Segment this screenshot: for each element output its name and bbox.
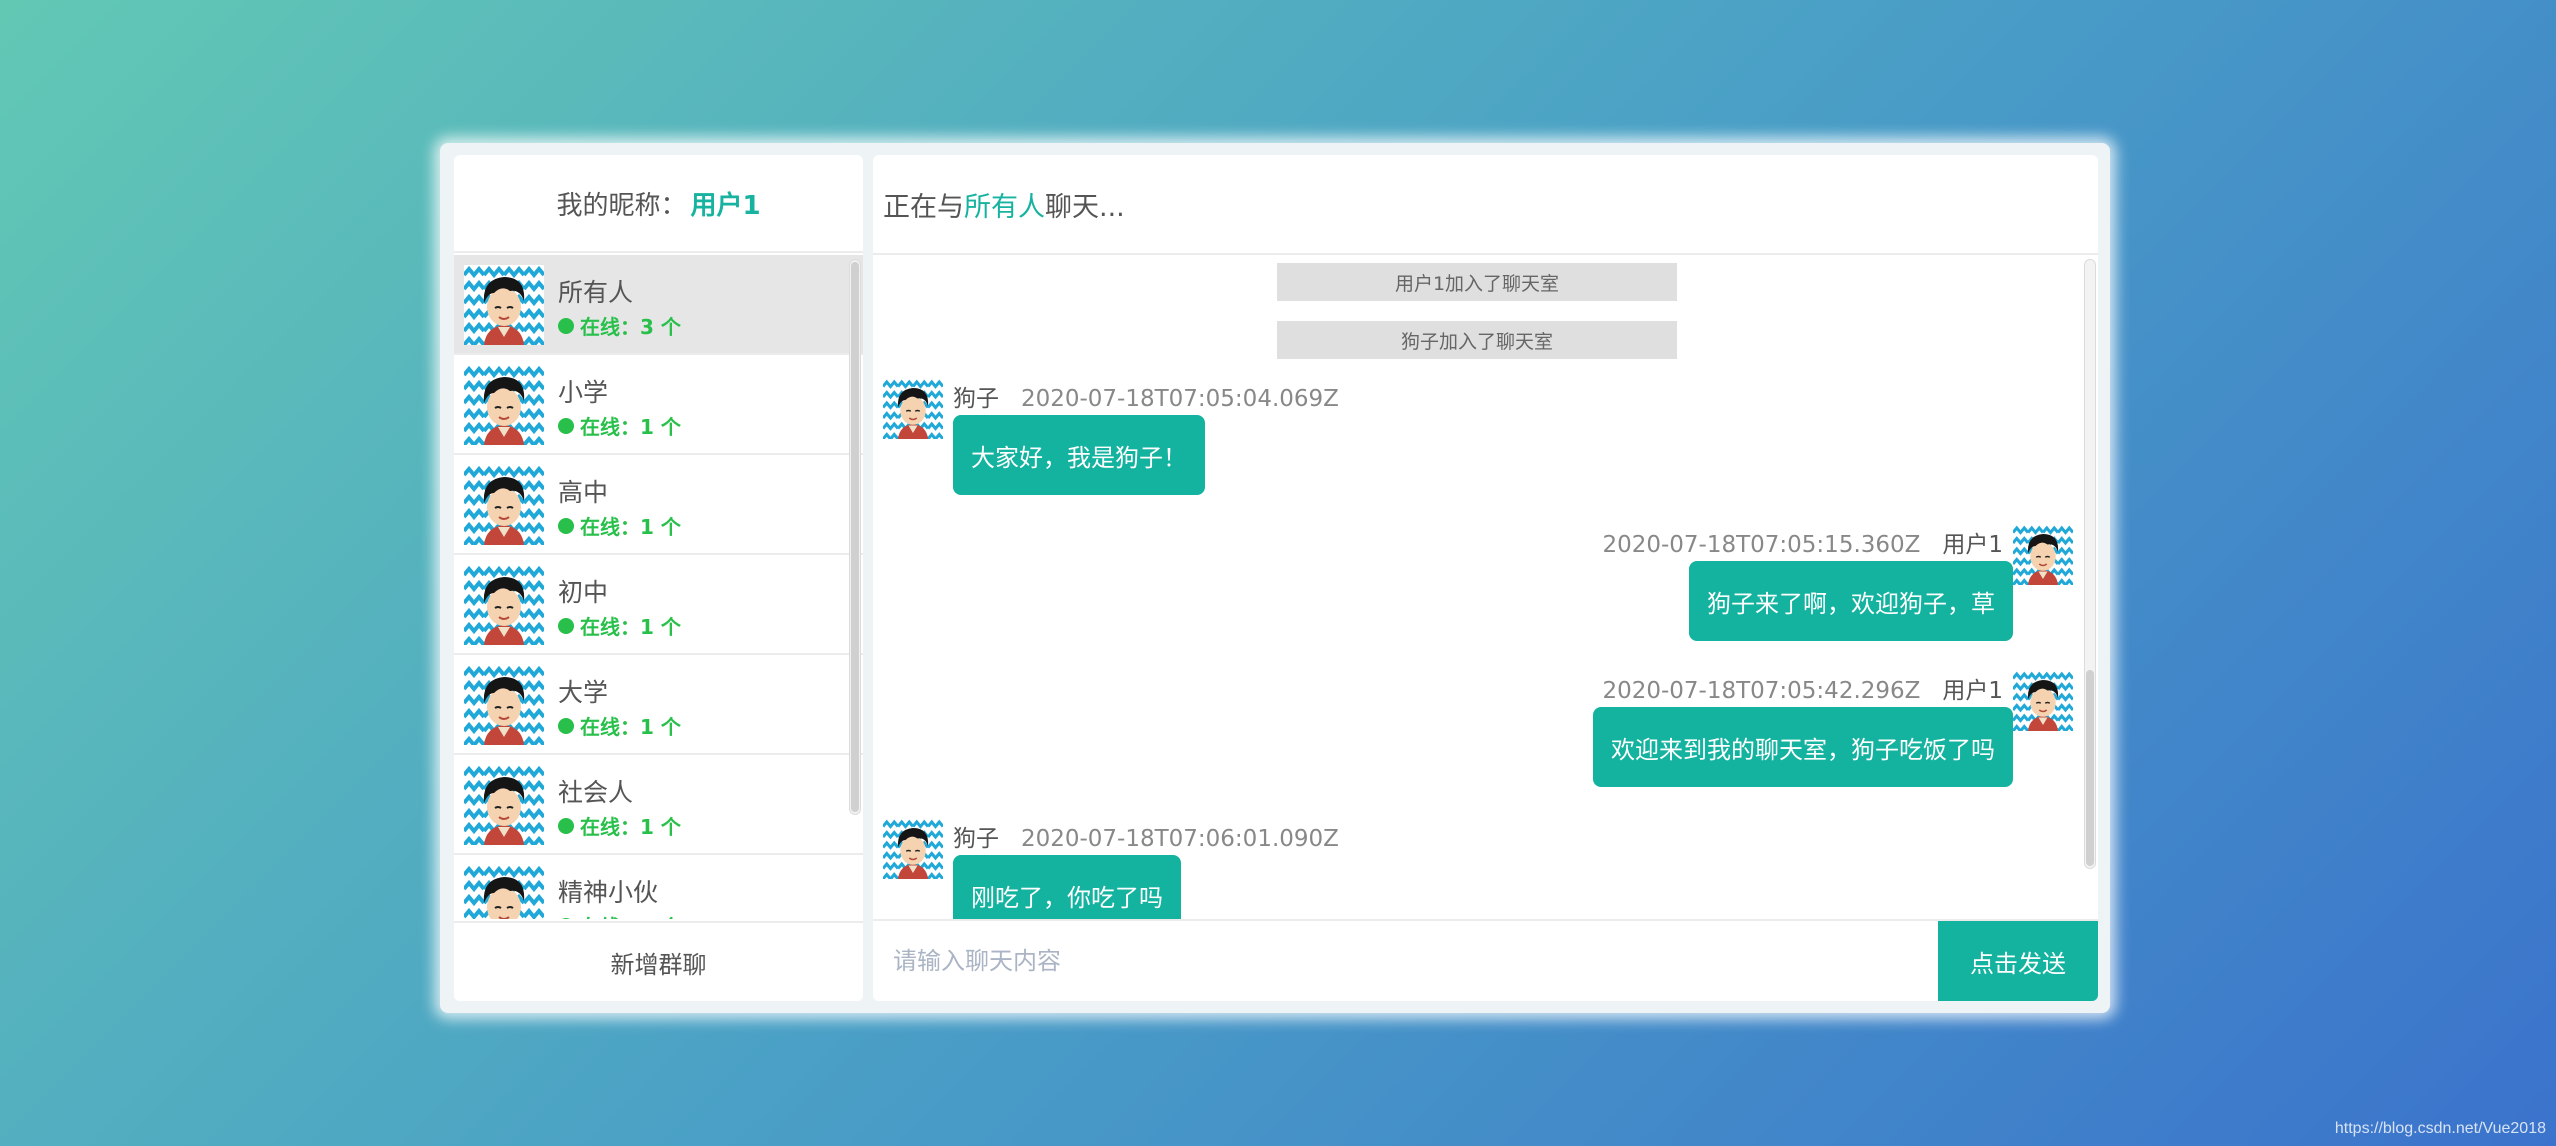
message-time: 2020-07-18T07:05:15.360Z bbox=[1602, 532, 1921, 558]
online-count: 在线：1 个 bbox=[558, 511, 681, 540]
online-count: 在线：1 个 bbox=[558, 611, 681, 640]
new-group-button[interactable]: 新增群聊 bbox=[454, 921, 863, 1001]
group-sidebar: 我的昵称： 用户1 所有人 在线：3 个 小学 在线：1 个 高中 在线：1 个… bbox=[454, 155, 863, 1001]
message-input[interactable] bbox=[873, 921, 1938, 1001]
online-count: 在线：3 个 bbox=[558, 311, 681, 340]
message-meta: 狗子 2020-07-18T07:06:01.090Z bbox=[953, 819, 1339, 853]
online-count-text: 在线：1 个 bbox=[580, 515, 681, 539]
cartoon-boy-avatar-icon bbox=[464, 265, 544, 345]
cartoon-boy-avatar-icon bbox=[883, 379, 943, 439]
group-name: 所有人 bbox=[558, 278, 634, 307]
watermark: https://blog.csdn.net/Vue2018 bbox=[2334, 1120, 2546, 1137]
group-name: 精神小伙 bbox=[558, 878, 659, 907]
message-time: 2020-07-18T07:06:01.090Z bbox=[1020, 826, 1339, 852]
cartoon-boy-avatar-icon bbox=[883, 819, 943, 879]
chat-target: 所有人 bbox=[964, 191, 1045, 223]
group-name: 高中 bbox=[558, 478, 609, 507]
nickname-label: 我的昵称： bbox=[556, 190, 687, 221]
message-bubble: 狗子来了啊，欢迎狗子，草 bbox=[1689, 561, 2013, 641]
message-time: 2020-07-18T07:05:04.069Z bbox=[1020, 386, 1339, 412]
scrollbar-thumb[interactable] bbox=[2086, 670, 2094, 866]
group-name: 社会人 bbox=[558, 778, 634, 807]
online-count-text: 在线：1 个 bbox=[580, 815, 681, 839]
chat-panel: 正在与 所有人 聊天... 用户1加入了聊天室 狗子加入了聊天室 狗子 2020-0… bbox=[873, 155, 2098, 1001]
online-dot-icon bbox=[558, 517, 574, 534]
message-username: 用户1 bbox=[1942, 532, 2003, 558]
online-count: 在线：1 个 bbox=[558, 411, 681, 440]
cartoon-boy-avatar-icon bbox=[464, 565, 544, 645]
send-button[interactable]: 点击发送 bbox=[1938, 921, 2098, 1001]
message-bubble: 大家好，我是狗子！ bbox=[953, 415, 1205, 495]
cartoon-boy-avatar-icon bbox=[464, 665, 544, 745]
online-dot-icon bbox=[558, 417, 574, 434]
chat-header-suffix: 聊天... bbox=[1045, 191, 1125, 223]
group-item-highschool[interactable]: 高中 在线：1 个 bbox=[454, 455, 863, 555]
message-username: 狗子 bbox=[953, 386, 999, 412]
group-item-spirit-guy[interactable]: 精神小伙 在线：1 个 bbox=[454, 855, 863, 919]
cartoon-boy-avatar-icon bbox=[464, 365, 544, 445]
online-count-text: 在线：3 个 bbox=[580, 315, 681, 339]
online-count: 在线：1 个 bbox=[558, 811, 681, 840]
message-username: 狗子 bbox=[953, 826, 999, 852]
cartoon-boy-avatar-icon bbox=[2013, 525, 2073, 585]
online-count-text: 在线：1 个 bbox=[580, 715, 681, 739]
scrollbar-thumb[interactable] bbox=[851, 262, 859, 812]
online-count: 在线：1 个 bbox=[558, 711, 681, 740]
message-bubble: 欢迎来到我的聊天室，狗子吃饭了吗 bbox=[1593, 707, 2013, 787]
online-count-text: 在线：1 个 bbox=[580, 911, 681, 919]
message-bubble: 刚吃了，你吃了吗 bbox=[953, 855, 1181, 919]
cartoon-boy-avatar-icon bbox=[2013, 671, 2073, 731]
system-message: 狗子加入了聊天室 bbox=[1277, 321, 1677, 359]
nickname-value: 用户1 bbox=[690, 190, 761, 221]
message-list: 用户1加入了聊天室 狗子加入了聊天室 狗子 2020-07-18T07:05:0… bbox=[873, 257, 2098, 919]
online-count-text: 在线：1 个 bbox=[580, 615, 681, 639]
online-dot-icon bbox=[558, 317, 574, 334]
message-list-scrollbar[interactable] bbox=[2084, 259, 2096, 869]
group-list-scrollbar[interactable] bbox=[849, 259, 861, 815]
group-item-primary[interactable]: 小学 在线：1 个 bbox=[454, 355, 863, 455]
group-item-all[interactable]: 所有人 在线：3 个 bbox=[454, 255, 863, 355]
group-item-society[interactable]: 社会人 在线：1 个 bbox=[454, 755, 863, 855]
nickname-display: 我的昵称： 用户1 bbox=[454, 155, 863, 253]
online-count: 在线：1 个 bbox=[558, 911, 681, 919]
group-name: 小学 bbox=[558, 378, 609, 407]
chat-app-window: 我的昵称： 用户1 所有人 在线：3 个 小学 在线：1 个 高中 在线：1 个… bbox=[440, 143, 2110, 1013]
message-meta: 2020-07-18T07:05:15.360Z 用户1 bbox=[1602, 525, 2003, 559]
message-username: 用户1 bbox=[1942, 678, 2003, 704]
group-list: 所有人 在线：3 个 小学 在线：1 个 高中 在线：1 个 初中 在线：1 个… bbox=[454, 255, 863, 919]
online-count-text: 在线：1 个 bbox=[580, 415, 681, 439]
online-dot-icon bbox=[558, 917, 574, 919]
online-dot-icon bbox=[558, 717, 574, 734]
group-item-university[interactable]: 大学 在线：1 个 bbox=[454, 655, 863, 755]
message-meta: 狗子 2020-07-18T07:05:04.069Z bbox=[953, 379, 1339, 413]
system-message: 用户1加入了聊天室 bbox=[1277, 263, 1677, 301]
message-composer: 点击发送 bbox=[873, 919, 2098, 1001]
cartoon-boy-avatar-icon bbox=[464, 465, 544, 545]
cartoon-boy-avatar-icon bbox=[464, 765, 544, 845]
chat-header: 正在与 所有人 聊天... bbox=[873, 155, 2098, 255]
online-dot-icon bbox=[558, 817, 574, 834]
group-item-middleschool[interactable]: 初中 在线：1 个 bbox=[454, 555, 863, 655]
chat-header-prefix: 正在与 bbox=[883, 191, 964, 223]
group-name: 大学 bbox=[558, 678, 609, 707]
message-meta: 2020-07-18T07:05:42.296Z 用户1 bbox=[1602, 671, 2003, 705]
group-name: 初中 bbox=[558, 578, 609, 607]
cartoon-boy-avatar-icon bbox=[464, 865, 544, 919]
message-time: 2020-07-18T07:05:42.296Z bbox=[1602, 678, 1921, 704]
online-dot-icon bbox=[558, 617, 574, 634]
